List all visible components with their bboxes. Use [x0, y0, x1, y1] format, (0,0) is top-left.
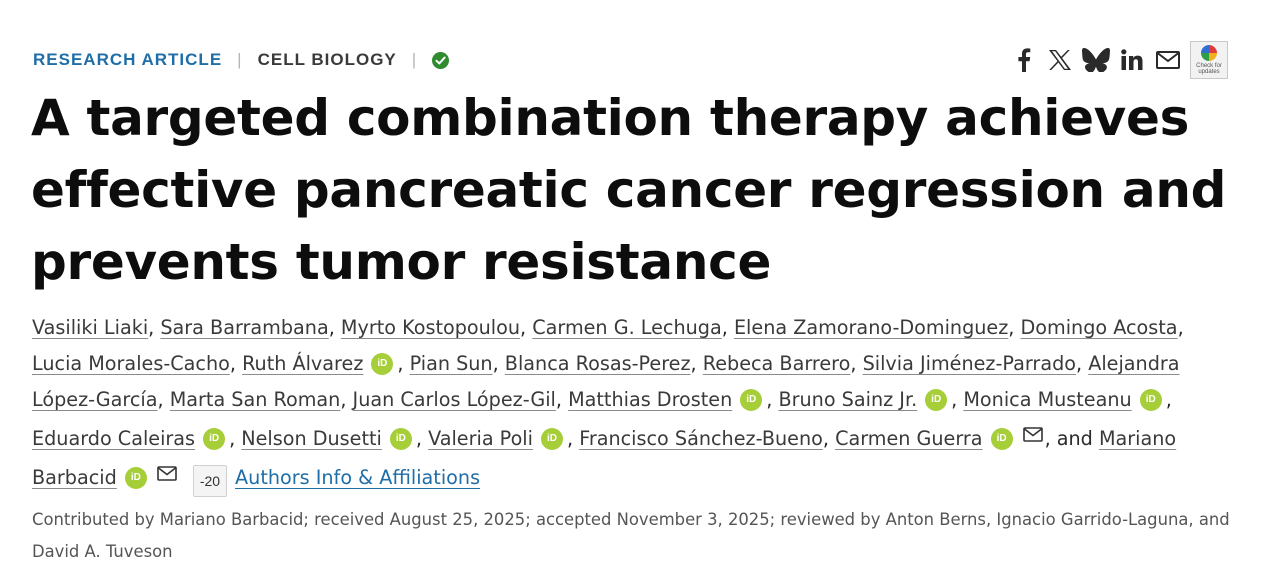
orcid-icon[interactable]: iD	[925, 389, 948, 411]
author-separator: ,	[229, 352, 243, 375]
author-separator: ,	[397, 352, 410, 375]
author-link[interactable]: Carmen G. Lechuga	[532, 316, 722, 339]
author-separator: ,	[1008, 316, 1021, 339]
author-separator: ,	[951, 388, 964, 411]
author-separator: ,	[850, 352, 863, 375]
share-toolbar: Check for updates	[1010, 40, 1228, 80]
author-separator: ,	[1177, 316, 1184, 339]
author-separator: ,	[721, 316, 734, 339]
author-link[interactable]: Ruth Álvarez	[242, 352, 363, 375]
author-link[interactable]: Pian Sun	[410, 352, 493, 375]
author-separator: ,	[1076, 352, 1089, 375]
orcid-icon[interactable]: iD	[371, 353, 394, 375]
author-link[interactable]: Rebeca Barrero	[703, 352, 851, 375]
author-email-icon[interactable]	[1022, 418, 1043, 454]
orcid-icon[interactable]: iD	[990, 428, 1013, 450]
meta-separator: |	[411, 50, 418, 69]
author-link[interactable]: Eduardo Caleiras	[32, 427, 195, 450]
author-email-icon[interactable]	[157, 457, 177, 493]
author-link[interactable]: Lucia Morales-Cacho	[32, 352, 230, 375]
subject-label[interactable]: CELL BIOLOGY	[258, 50, 397, 70]
bluesky-icon[interactable]	[1082, 40, 1110, 80]
author-separator: ,	[1165, 388, 1172, 411]
author-link[interactable]: Nelson Dusetti	[241, 427, 382, 450]
author-separator: ,	[555, 388, 569, 411]
author-separator: ,	[148, 316, 161, 339]
meta-separator: |	[237, 50, 243, 69]
author-link[interactable]: Vasiliki Liaki	[32, 316, 148, 339]
author-separator: ,	[520, 316, 533, 339]
crossmark-icon	[1201, 45, 1217, 61]
author-list: Vasiliki Liaki, Sara Barrambana, Myrto K…	[32, 310, 1232, 497]
author-link[interactable]: Sara Barrambana	[160, 316, 328, 339]
author-link[interactable]: Elena Zamorano-Dominguez	[734, 316, 1008, 339]
author-link[interactable]: Myrto Kostopoulou	[341, 316, 520, 339]
author-link[interactable]: Domingo Acosta	[1021, 316, 1178, 339]
check-for-updates-badge[interactable]: Check for updates	[1190, 41, 1228, 79]
author-separator: ,	[328, 316, 341, 339]
author-separator: , and	[1044, 427, 1099, 450]
author-link[interactable]: Carmen Guerra	[835, 427, 983, 450]
authors-info-affiliations-link[interactable]: Authors Info & Affiliations	[235, 466, 480, 489]
author-link[interactable]: Monica Musteanu	[963, 388, 1131, 411]
linkedin-icon[interactable]	[1118, 40, 1146, 80]
author-separator: ,	[229, 427, 242, 450]
orcid-icon[interactable]: iD	[389, 428, 412, 450]
author-link[interactable]: Marta San Roman	[170, 388, 341, 411]
author-separator: ,	[766, 388, 779, 411]
orcid-icon[interactable]: iD	[203, 428, 226, 450]
author-separator: ,	[340, 388, 353, 411]
author-separator: ,	[415, 427, 429, 450]
author-link[interactable]: Matthias Drosten	[568, 388, 732, 411]
contribution-history: Contributed by Mariano Barbacid; receive…	[32, 510, 1230, 561]
orcid-icon[interactable]: iD	[540, 428, 563, 450]
peer-reviewed-check-icon	[432, 51, 450, 69]
facebook-icon[interactable]	[1010, 40, 1038, 80]
orcid-icon[interactable]: iD	[740, 389, 763, 411]
author-link[interactable]: Bruno Sainz Jr.	[778, 388, 917, 411]
author-separator: ,	[690, 352, 703, 375]
author-separator: ,	[492, 352, 505, 375]
author-link[interactable]: Silvia Jiménez-Parrado	[863, 352, 1076, 375]
article-title: A targeted combination therapy achieves …	[31, 89, 1227, 291]
article-meta-bar: RESEARCH ARTICLE | CELL BIOLOGY |	[33, 49, 450, 71]
author-link[interactable]: Valeria Poli	[428, 427, 533, 450]
author-link[interactable]: Juan Carlos López-Gil	[353, 388, 556, 411]
x-icon[interactable]	[1046, 40, 1074, 80]
author-separator: ,	[157, 388, 170, 411]
author-link[interactable]: Francisco Sánchez-Bueno	[579, 427, 823, 450]
author-link[interactable]: Blanca Rosas-Perez	[505, 352, 691, 375]
email-icon[interactable]	[1154, 40, 1182, 80]
collapse-authors-button[interactable]: -20	[192, 465, 228, 497]
check-for-updates-text: Check for updates	[1196, 63, 1222, 75]
orcid-icon[interactable]: iD	[1139, 389, 1162, 411]
author-separator: ,	[566, 427, 580, 450]
author-separator: ,	[822, 427, 836, 450]
article-type-label[interactable]: RESEARCH ARTICLE	[33, 50, 222, 70]
orcid-icon[interactable]: iD	[124, 467, 147, 489]
